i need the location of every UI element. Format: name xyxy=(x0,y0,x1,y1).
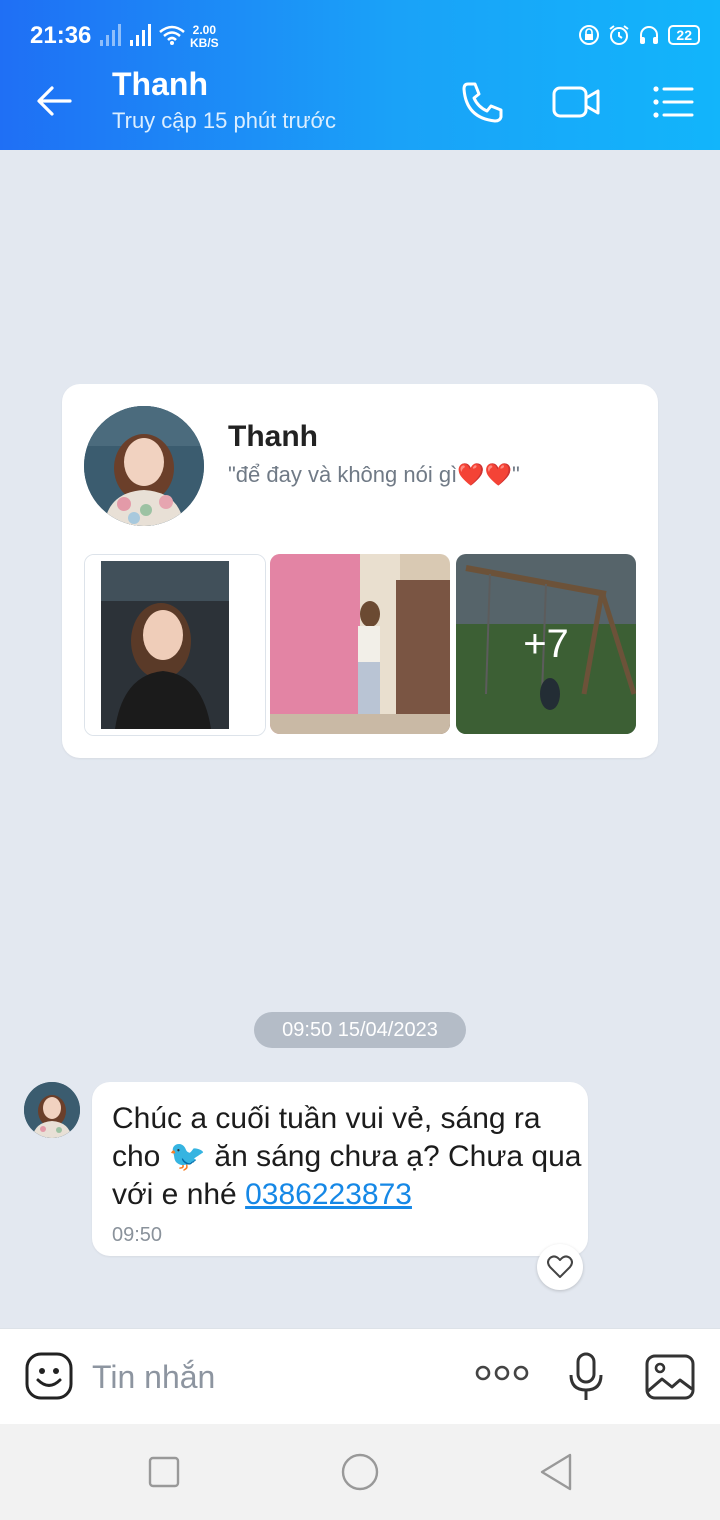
message-text: Chúc a cuối tuần vui vẻ, sáng ra cho 🐦 ă… xyxy=(112,1100,582,1214)
gallery-icon[interactable] xyxy=(644,1353,696,1401)
more-photos-count: +7 xyxy=(456,554,636,734)
phone-icon[interactable] xyxy=(456,76,508,128)
signal-icon xyxy=(130,24,151,46)
status-bar: 21:36 2.00 KB/S 22 xyxy=(0,0,720,52)
system-nav-bar xyxy=(0,1424,720,1520)
message-input[interactable]: Tin nhắn xyxy=(92,1359,215,1396)
video-call-icon[interactable] xyxy=(550,76,602,128)
wifi-icon xyxy=(159,25,185,45)
sender-avatar[interactable] xyxy=(24,1082,80,1138)
date-separator: 09:50 15/04/2023 xyxy=(254,1012,466,1048)
battery-indicator: 22 xyxy=(668,25,700,45)
back-arrow-icon[interactable] xyxy=(34,80,76,122)
photo-thumbnail[interactable]: +7 xyxy=(456,554,636,734)
microphone-icon[interactable] xyxy=(566,1351,606,1403)
net-speed: 2.00 KB/S xyxy=(190,24,219,50)
phone-number-link[interactable]: 0386223873 xyxy=(245,1178,412,1211)
clock: 21:36 xyxy=(30,22,92,49)
profile-status: "để đay và không nói gì❤️❤️" xyxy=(228,462,520,487)
message-input-bar: Tin nhắn xyxy=(0,1328,720,1425)
message-time: 09:50 xyxy=(112,1224,163,1246)
chat-header: Thanh Truy cập 15 phút trước xyxy=(0,52,720,150)
photo-thumbnail[interactable] xyxy=(84,554,266,736)
top-bar: 21:36 2.00 KB/S 22 Thanh Truy cập 15 phú… xyxy=(0,0,720,150)
heart-icon xyxy=(547,1255,573,1278)
photo-thumbnail[interactable] xyxy=(270,554,450,734)
last-seen: Truy cập 15 phút trước xyxy=(112,108,336,133)
contact-name[interactable]: Thanh xyxy=(112,66,208,103)
net-speed-unit: KB/S xyxy=(190,36,219,50)
lock-rotation-icon xyxy=(579,25,600,45)
back-icon[interactable] xyxy=(538,1452,574,1492)
avatar[interactable] xyxy=(84,406,204,526)
profile-card[interactable]: Thanh "để đay và không nói gì❤️❤️" +7 xyxy=(62,384,658,758)
headphones-icon xyxy=(640,26,659,44)
emoji-icon[interactable] xyxy=(24,1351,74,1401)
status-icons: 22 xyxy=(578,24,700,46)
message-bubble[interactable]: Chúc a cuối tuần vui vẻ, sáng ra cho 🐦 ă… xyxy=(92,1082,588,1256)
recent-apps-icon[interactable] xyxy=(148,1456,180,1488)
menu-list-icon[interactable] xyxy=(648,76,700,128)
profile-name: Thanh xyxy=(228,420,318,453)
alarm-icon xyxy=(609,25,630,45)
react-button[interactable] xyxy=(537,1244,583,1290)
signal-icon xyxy=(100,24,121,46)
more-options-icon[interactable] xyxy=(474,1363,530,1383)
home-icon[interactable] xyxy=(340,1452,380,1492)
